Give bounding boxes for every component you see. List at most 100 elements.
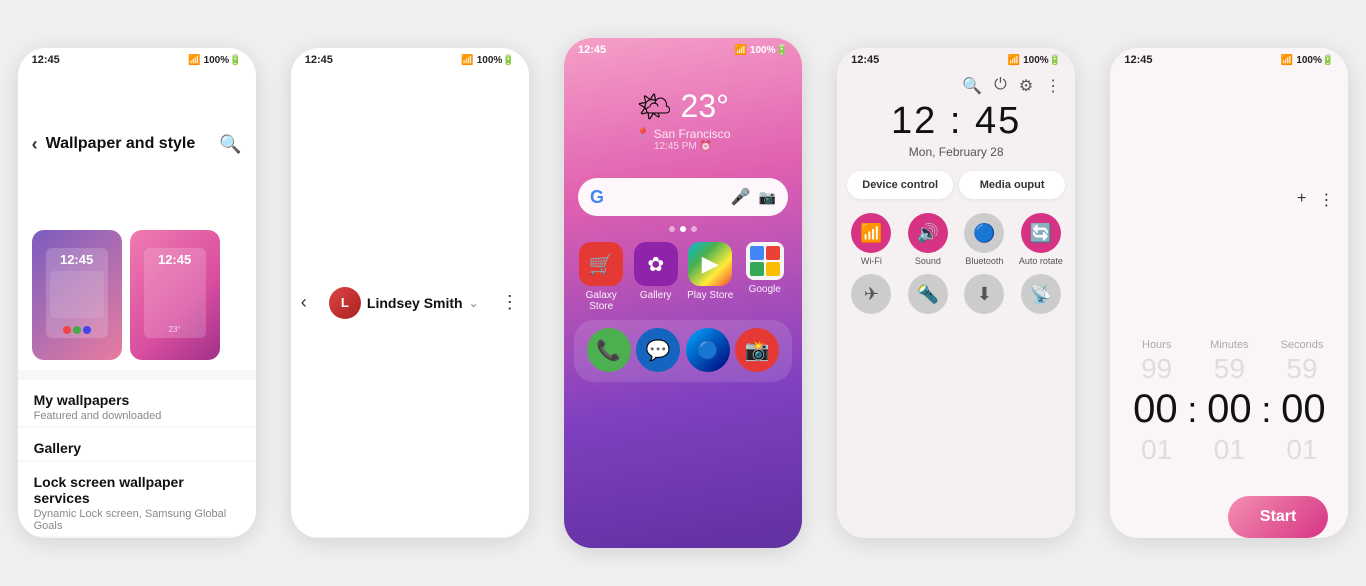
bluetooth-label: Bluetooth (965, 256, 1003, 266)
more-icon-timer[interactable]: ⋮ (1318, 190, 1334, 210)
gallery-title: Gallery (34, 440, 240, 456)
menu-gallery[interactable]: Gallery (18, 428, 256, 460)
timer-inactive-bottom: 01 01 01 (1110, 434, 1348, 466)
qs-sound[interactable]: 🔊 Sound (904, 213, 953, 266)
dock-messages-icon[interactable]: 💬 (636, 328, 680, 372)
play-store-label: Play Store (687, 290, 733, 301)
app-google[interactable]: Google (739, 242, 791, 312)
timer-start-area: Start (1110, 466, 1348, 538)
hours-label: Hours (1126, 339, 1188, 351)
app-play-store[interactable]: ▶ Play Store (684, 242, 736, 312)
status-bar-1: 12:45 📶 100%🔋 (18, 48, 256, 68)
weather-time: 12:45 PM ⏰ (654, 141, 712, 152)
device-control-btn[interactable]: Device control (847, 171, 953, 199)
my-wallpapers-sub: Featured and downloaded (34, 410, 240, 422)
rss-icon[interactable]: 📡 (1021, 274, 1061, 314)
weather-icon: 🌤 (637, 90, 673, 123)
auto-rotate-icon[interactable]: 🔄 (1021, 213, 1061, 253)
media-output-btn[interactable]: Media ouput (959, 171, 1065, 199)
settings-icon-qs[interactable]: ⚙ (1019, 76, 1033, 96)
weather-location: 📍 San Francisco (635, 127, 730, 141)
galaxy-store-label: Galaxy Store (575, 290, 627, 312)
my-wallpapers-title: My wallpapers (34, 392, 240, 408)
status-time-2: 12:45 (305, 54, 333, 66)
topbar-1: ‹ Wallpaper and style 🔍 (18, 68, 256, 220)
timer-active-minutes[interactable]: 00 (1195, 387, 1263, 432)
phone-messages: 12:45 📶 100%🔋 ‹ L Lindsey Smith ⌄ ⋮ Wedn… (291, 48, 529, 538)
status-time-1: 12:45 (32, 54, 60, 66)
dock-phone-icon[interactable]: 📞 (587, 328, 631, 372)
contact-name: Lindsey Smith (367, 295, 463, 311)
weather-temp: 23° (681, 88, 729, 125)
qs-media-row: Device control Media ouput (837, 163, 1075, 207)
qs-icons-grid: 📶 Wi-Fi 🔊 Sound 🔵 Bluetooth 🔄 Auto rotat… (837, 207, 1075, 323)
search-bar[interactable]: G 🎤 📷 (578, 178, 788, 216)
dot-3 (691, 226, 697, 232)
home-bg: 12:45 📶 100%🔋 🌤 23° 📍 San Francisco 12:4… (564, 38, 802, 548)
bluetooth-icon[interactable]: 🔵 (964, 213, 1004, 253)
wallpaper-thumb-1[interactable]: 12:45 (32, 230, 122, 360)
back-icon-2[interactable]: ‹ (301, 292, 307, 313)
msg-topbar: ‹ L Lindsey Smith ⌄ ⋮ (291, 68, 529, 538)
app-gallery[interactable]: ✿ Gallery (630, 242, 682, 312)
search-icon-qs[interactable]: 🔍 (962, 76, 982, 96)
seconds-label: Seconds (1271, 339, 1333, 351)
status-bar-5: 12:45 📶 100%🔋 (1110, 48, 1348, 68)
timer-inactive-h-top: 99 (1126, 353, 1188, 385)
app-galaxy-store[interactable]: 🛒 Galaxy Store (575, 242, 627, 312)
timer-topbar: + ⋮ (1110, 68, 1348, 327)
timer-inactive-m-top: 59 (1198, 353, 1260, 385)
timer-inactive-s-top: 59 (1271, 353, 1333, 385)
status-bar-4: 12:45 📶 100%🔋 (837, 48, 1075, 68)
sound-icon[interactable]: 🔊 (908, 213, 948, 253)
plus-icon[interactable]: + (1297, 190, 1306, 210)
mic-icon[interactable]: 🎤 (731, 187, 751, 207)
google-icon (746, 242, 784, 280)
camera-icon[interactable]: 📷 (759, 189, 776, 206)
download-icon[interactable]: ⬇ (964, 274, 1004, 314)
wifi-icon[interactable]: 📶 (851, 213, 891, 253)
page-title-1: Wallpaper and style (46, 135, 196, 153)
dock-camera-icon[interactable]: 📸 (735, 328, 779, 372)
qs-auto-rotate[interactable]: 🔄 Auto rotate (1017, 213, 1066, 266)
power-icon-qs[interactable]: ⏻ (994, 76, 1007, 96)
more-icon-qs[interactable]: ⋮ (1045, 76, 1061, 96)
gallery-icon: ✿ (634, 242, 678, 286)
wallpaper-thumb-2[interactable]: 12:45 23° (130, 230, 220, 360)
timer-labels-row: Hours Minutes Seconds (1110, 337, 1348, 353)
play-store-icon: ▶ (688, 242, 732, 286)
galaxy-store-icon: 🛒 (579, 242, 623, 286)
menu-lock-screen[interactable]: Lock screen wallpaper services Dynamic L… (18, 462, 256, 536)
timer-inactive-s-bot: 01 (1271, 434, 1333, 466)
qs-airplane[interactable]: ✈ (847, 274, 896, 317)
phone-quick-settings: 12:45 📶 100%🔋 🔍 ⏻ ⚙ ⋮ 12 : 45 Mon, Febru… (837, 48, 1075, 538)
qs-bluetooth[interactable]: 🔵 Bluetooth (960, 213, 1009, 266)
dock-bixby-icon[interactable]: 🔵 (686, 328, 730, 372)
status-time-5: 12:45 (1124, 54, 1152, 66)
qs-datetime: 12 : 45 (851, 100, 1061, 143)
mini-time-2: 12:45 (144, 248, 206, 267)
timer-inactive-h-bot: 01 (1126, 434, 1188, 466)
search-icon-1[interactable]: 🔍 (219, 134, 241, 155)
auto-rotate-label: Auto rotate (1019, 256, 1063, 266)
back-icon[interactable]: ‹ (32, 134, 38, 155)
dot-1 (669, 226, 675, 232)
phone-wallpaper: 12:45 📶 100%🔋 ‹ Wallpaper and style 🔍 12… (18, 48, 256, 538)
menu-my-wallpapers[interactable]: My wallpapers Featured and downloaded (18, 380, 256, 426)
qs-rss[interactable]: 📡 (1017, 274, 1066, 317)
phone-timer: 12:45 📶 100%🔋 + ⋮ Hours Minutes Seconds … (1110, 48, 1348, 538)
qs-download[interactable]: ⬇ (960, 274, 1009, 317)
qs-flashlight[interactable]: 🔦 (904, 274, 953, 317)
more-icon[interactable]: ⋮ (501, 292, 519, 313)
weather-row: 🌤 23° (637, 88, 729, 125)
status-time-3: 12:45 (578, 44, 606, 56)
start-button[interactable]: Start (1228, 496, 1328, 538)
flashlight-icon[interactable]: 🔦 (908, 274, 948, 314)
airplane-icon[interactable]: ✈ (851, 274, 891, 314)
back-title[interactable]: ‹ Wallpaper and style (32, 134, 196, 155)
timer-active-seconds[interactable]: 00 (1269, 387, 1337, 432)
bottom-dock: 📞 💬 🔵 📸 (574, 320, 792, 382)
qs-wifi[interactable]: 📶 Wi-Fi (847, 213, 896, 266)
timer-active-hours[interactable]: 00 (1121, 387, 1189, 432)
chevron-down-icon[interactable]: ⌄ (469, 296, 479, 310)
